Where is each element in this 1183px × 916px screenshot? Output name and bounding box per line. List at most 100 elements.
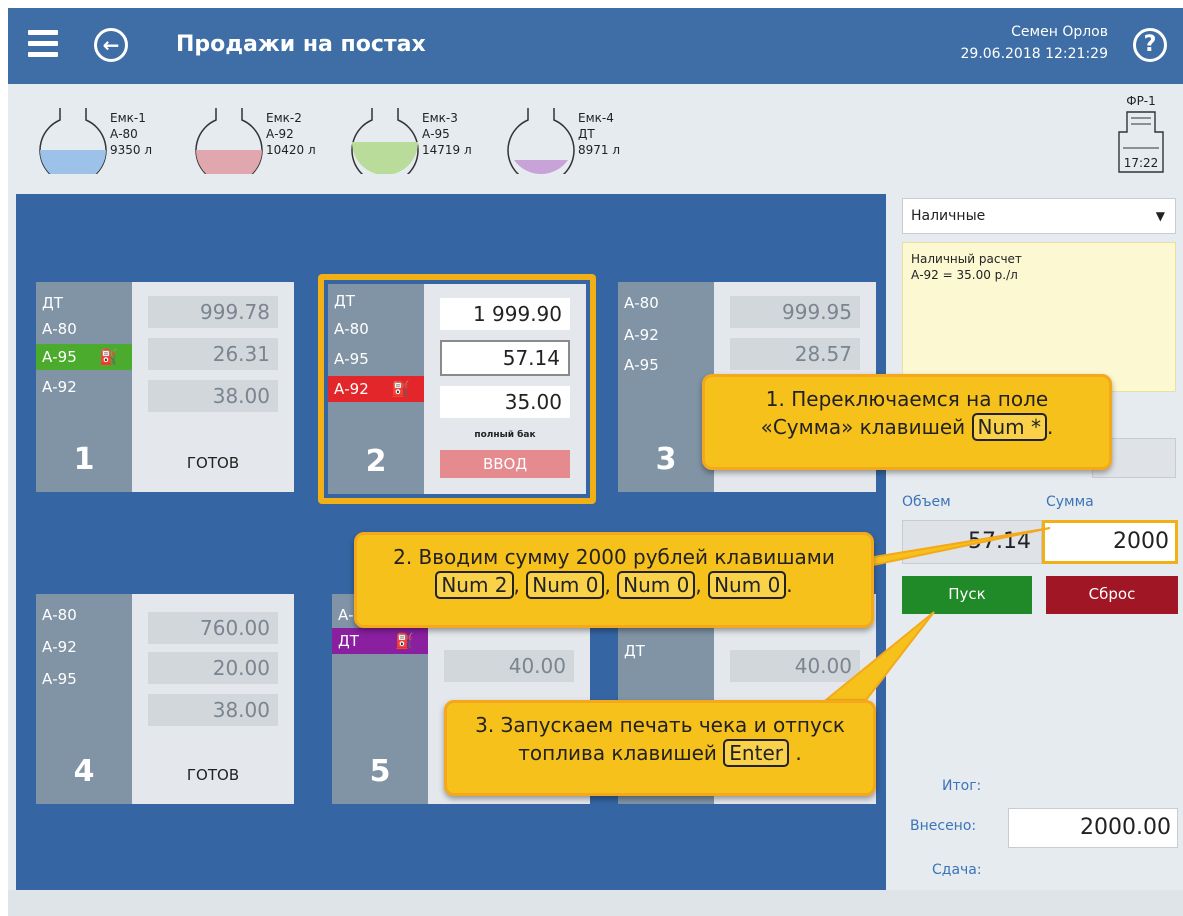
tanks-bar: Емк-1 А-80 9350 л Емк-2 А-92 10420 л Емк [8,84,1183,190]
fiscal-register[interactable]: ФР-1 17:22 [1105,94,1177,180]
status-text: ГОТОВ [186,766,240,784]
callout-sep: , [604,573,611,597]
fuel-item[interactable]: ДТ [36,290,132,316]
fuel-item[interactable]: А-80 [618,290,714,316]
fuel-item[interactable]: А-92 [36,634,132,660]
station-4[interactable]: А-80 А-92 А-95 4 760.00 20.00 38.00 ГОТО… [36,594,294,804]
reset-button[interactable]: Сброс [1046,576,1178,614]
price-value: 38.00 [148,694,278,726]
volume-field[interactable]: 57.14 [902,520,1042,564]
callout-period: . [795,741,802,765]
flask-icon [507,108,575,174]
nozzle-icon: ⛽ [395,632,414,650]
tank-volume: 8971 л [578,143,621,157]
tank-4[interactable]: Емк-4 ДТ 8971 л [506,102,666,182]
tooltip-step-1: 1. Переключаемся на поле «Сумма» клавише… [702,374,1112,470]
callout-line: 1. Переключаемся на поле [765,387,1049,411]
tank-fuel: ДТ [578,127,595,141]
price-value: 38.00 [148,380,278,412]
fuel-item[interactable]: ДТ [618,638,714,664]
user-name: Семен Орлов [1011,24,1108,40]
fuel-label: А-95 [42,348,77,366]
callout-line: 3. Запускаем печать чека и отпуск [475,713,845,737]
paid-label: Внесено: [910,818,977,834]
fuel-item[interactable]: А-92 [36,374,132,400]
sum-label: Сумма [1046,494,1094,510]
callout-sep: , [513,573,520,597]
flask-icon [351,108,419,174]
volume-value: 40.00 [444,650,574,682]
tank-name: Емк-4 [578,111,614,125]
chevron-down-icon[interactable]: ▼ [1156,199,1165,233]
payment-method-select[interactable]: Наличные ▼ [902,198,1176,234]
start-button[interactable]: Пуск [902,576,1032,614]
callout-sep: , [695,573,702,597]
tank-2[interactable]: Емк-2 А-92 10420 л [194,102,354,182]
fuel-item[interactable]: А-95 [36,666,132,692]
payment-note: Наличный расчет А-92 = 35.00 р./л [902,242,1176,392]
status-text: ГОТОВ [186,454,240,472]
station-number: 5 [369,754,391,789]
station-number: 1 [73,442,95,477]
selection-frame [318,274,596,504]
key-num-2: Num 2 [435,571,514,599]
fuel-item[interactable]: А-80 [36,316,132,342]
datetime: 29.06.2018 12:21:29 [960,46,1109,62]
key-num-0: Num 0 [617,571,696,599]
callout-line: Num 2, Num 0, Num 0, Num 0. [371,571,857,599]
callout-line: 2. Вводим сумму 2000 рублей клавишами [393,545,835,569]
fuel-item[interactable]: А-95 [618,352,714,378]
payment-method-value: Наличные [911,208,986,224]
callout-line: «Сумма» клавишей Num *. [719,413,1095,441]
tank-fuel: А-80 [110,127,138,141]
fuel-item[interactable]: А-92 [618,322,714,348]
callout-period: . [1047,415,1054,439]
menu-icon[interactable] [28,30,58,58]
callout-text: топлива клавишей [518,741,717,765]
key-enter: Enter [723,739,789,767]
fiscal-time: 17:22 [1123,156,1159,170]
tooltip-step-2: 2. Вводим сумму 2000 рублей клавишами Nu… [354,532,874,628]
tank-fuel: А-92 [266,127,294,141]
fuel-item[interactable]: А-80 [36,602,132,628]
paid-field[interactable]: 2000.00 [1008,808,1178,848]
station-1[interactable]: ДТ А-80 А-95 ⛽ А-92 1 999.78 26.31 38.00 … [36,282,294,492]
station-number: 4 [73,754,95,789]
change-label: Сдача: [932,862,982,878]
tank-1[interactable]: Емк-1 А-80 9350 л [38,102,198,182]
help-icon[interactable]: ? [1133,28,1167,62]
fuel-item-active[interactable]: ДТ ⛽ [332,628,428,654]
amount-value: 999.95 [730,296,860,328]
station-number: 3 [655,442,677,477]
note-line: Наличный расчет [911,252,1022,266]
amount-value: 760.00 [148,612,278,644]
key-num-star: Num * [971,413,1048,441]
status-bar [8,890,1183,916]
tank-volume: 14719 л [422,143,472,157]
callout-text: «Сумма» клавишей [760,415,966,439]
tank-3[interactable]: Емк-3 А-95 14719 л [350,102,510,182]
key-num-0: Num 0 [708,571,787,599]
back-arrow-icon[interactable]: ← [94,28,128,62]
tank-fuel: А-95 [422,127,450,141]
volume-value: 20.00 [148,652,278,684]
volume-value: 40.00 [730,650,860,682]
header-bar: ← Продажи на постах Семен Орлов 29.06.20… [8,8,1183,84]
page-title: Продажи на постах [176,32,426,57]
volume-value: 26.31 [148,338,278,370]
tank-name: Емк-3 [422,111,458,125]
volume-value: 28.57 [730,338,860,370]
tank-name: Емк-2 [266,111,302,125]
fiscal-label: ФР-1 [1126,94,1156,108]
fuel-label: ДТ [338,632,359,650]
amount-value: 999.78 [148,296,278,328]
volume-label: Объем [902,494,951,510]
sum-field[interactable]: 2000 [1042,520,1178,564]
tank-volume: 9350 л [110,143,153,157]
fuel-item-active[interactable]: А-95 ⛽ [36,344,132,370]
tooltip-step-3: 3. Запускаем печать чека и отпуск топлив… [444,700,876,796]
total-label: Итог: [942,778,982,794]
flask-icon [39,108,107,174]
callout-line: топлива клавишей Enter . [461,739,859,767]
tank-volume: 10420 л [266,143,316,157]
